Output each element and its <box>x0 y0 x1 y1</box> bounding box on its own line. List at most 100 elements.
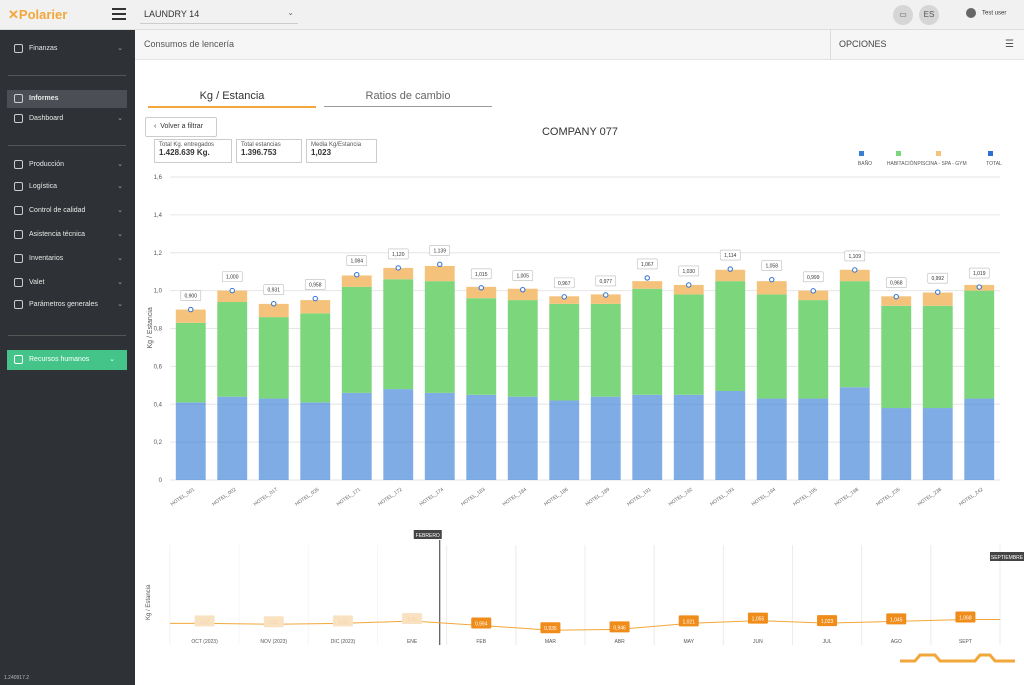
sidebar-item-label: Recursos humanos <box>29 356 90 363</box>
total-point <box>271 300 277 307</box>
y-axis-label: Kg / Estancia <box>147 307 154 348</box>
data-label: 1,02 <box>200 619 210 625</box>
total-point <box>935 289 941 295</box>
sidebar-item-label: Logística <box>29 183 58 190</box>
x-tick-label: MAR <box>545 639 557 645</box>
data-label: 1,05 <box>407 617 417 623</box>
data-label: 1,045 <box>890 617 903 623</box>
data-label: 0,931 <box>267 288 280 294</box>
user-name: Test user <box>982 10 1007 17</box>
sidebar-item-inventarios[interactable]: Inventarios ⌄ <box>0 250 135 268</box>
y-tick-label: 0 <box>159 478 163 484</box>
site-select[interactable]: LAUNDRY 14 ⌄ <box>140 4 298 24</box>
back-to-filter-button[interactable]: ‹ Volver a filtrar <box>145 117 217 137</box>
bar-segment <box>798 398 829 480</box>
truck-icon <box>14 181 23 191</box>
bar-segment <box>715 281 746 391</box>
x-tick-label: HOTEL_186 <box>543 487 569 508</box>
language-button[interactable]: ES <box>919 5 939 25</box>
total-point <box>603 292 609 298</box>
chevron-down-icon: ⌄ <box>287 8 294 17</box>
y-tick-label: 0,4 <box>154 402 163 408</box>
y-tick-label: 0,2 <box>154 440 163 446</box>
bar-segment <box>715 390 746 480</box>
user-icon <box>966 8 976 18</box>
sidebar-item-dashboard[interactable]: Dashboard ⌄ <box>0 110 135 128</box>
sidebar-item-label: Inventarios <box>29 255 64 262</box>
bar-segment <box>466 298 497 395</box>
data-label: 1,019 <box>973 271 986 277</box>
x-tick-label: HOTEL_198 <box>834 487 860 508</box>
x-tick-label: MAY <box>684 639 695 645</box>
tab-ratios-cambio[interactable]: Ratios de cambio <box>324 90 492 107</box>
y-tick-label: 1,6 <box>154 175 163 181</box>
x-tick-label: OCT (2023) <box>191 639 218 645</box>
stacked-bar-chart: BAÑO HABITACIÓN PISCINA - SPA - GYM TOTAL 0 0… <box>147 151 1002 508</box>
site-select-value: LAUNDRY 14 <box>144 9 200 19</box>
sidebar-item-finanzas[interactable]: Finanzas ⌄ <box>0 40 135 58</box>
bar-segment <box>632 288 663 395</box>
sidebar-item-label: Informes <box>29 95 59 102</box>
app-logo[interactable]: ✕Polarier <box>8 7 67 23</box>
divider <box>8 335 126 336</box>
sidebar-item-parametros[interactable]: Parámetros generales ⌄ <box>0 296 135 314</box>
legend-swatch <box>859 151 864 156</box>
menu-toggle-icon[interactable] <box>112 8 126 20</box>
range-end-label: SEPTIEMBRE <box>991 555 1024 561</box>
chart-title: COMPANY 077 <box>541 126 618 138</box>
y-axis-label: Kg / Estancia <box>146 584 152 620</box>
x-tick-label: HOTEL_002 <box>211 487 237 508</box>
shirt-icon <box>14 277 23 287</box>
bar-segment <box>258 317 289 399</box>
sidebar-item-label: Valet <box>29 279 45 286</box>
data-label: 1,055 <box>752 617 765 623</box>
sidebar-item-asistencia-tecnica[interactable]: Asistencia técnica ⌄ <box>0 226 135 244</box>
sidebar-item-recursos-humanos[interactable]: Recursos humanos ⌄ <box>7 350 127 370</box>
data-label: 1,021 <box>682 619 695 625</box>
data-label: 1,023 <box>821 619 834 625</box>
sidebar-item-label: Dashboard <box>29 115 64 122</box>
data-label: 0,994 <box>475 621 488 627</box>
page-header: Consumos de lencería OPCIONES ☰ <box>135 30 1024 60</box>
data-label: 1,000 <box>226 275 239 281</box>
sidebar-item-produccion[interactable]: Producción ⌄ <box>0 156 135 174</box>
bar-segment <box>922 408 953 480</box>
sidebar-item-valet[interactable]: Valet ⌄ <box>0 274 135 292</box>
total-point <box>769 276 775 283</box>
monitor-icon <box>14 113 23 123</box>
total-point <box>354 272 360 278</box>
chevron-down-icon: ⌄ <box>117 207 123 214</box>
options-label: OPCIONES <box>839 39 887 49</box>
sidebar-item-label: Finanzas <box>29 45 58 52</box>
x-tick-label: AGO <box>891 639 902 645</box>
x-tick-label: JUL <box>823 639 832 645</box>
timeline-navigator-chart[interactable]: Kg / Estancia 1,02 OCT (2023) 1,01 NOV (2023… <box>135 525 1024 685</box>
data-label: 1,084 <box>350 259 363 265</box>
x-tick-label: HOTEL_189 <box>585 487 611 508</box>
bar-segment <box>839 281 870 388</box>
bar-segment <box>881 408 912 480</box>
total-point <box>852 267 858 273</box>
tab-kg-estancia[interactable]: Kg / Estancia <box>148 90 316 108</box>
data-label: 0,958 <box>309 283 322 289</box>
total-point <box>520 286 526 293</box>
sidebar-item-control-calidad[interactable]: Control de calidad ⌄ <box>0 202 135 220</box>
bar-segment <box>964 398 995 480</box>
x-tick-label: HOTEL_238 <box>917 487 943 508</box>
bar-segment <box>424 281 455 393</box>
total-point <box>893 293 899 300</box>
x-tick-label: HOTEL_193 <box>709 487 735 508</box>
menu-collapse-icon: ☰ <box>1005 39 1014 50</box>
data-label: 0,977 <box>599 279 612 285</box>
sidebar-item-informes[interactable]: Informes <box>7 90 127 108</box>
x-tick-label: ABR <box>614 639 625 645</box>
total-point <box>644 275 650 281</box>
user-menu[interactable]: Test user <box>966 8 1006 18</box>
total-point <box>188 306 194 313</box>
y-tick-label: 0,6 <box>154 364 163 370</box>
sidebar-item-logistica[interactable]: Logística ⌄ <box>0 178 135 196</box>
x-tick-label: HOTEL_172 <box>377 487 403 508</box>
bar-segment <box>341 286 372 393</box>
monitor-icon[interactable]: ▭ <box>893 5 913 25</box>
options-panel-toggle[interactable]: OPCIONES ☰ <box>830 30 1024 60</box>
